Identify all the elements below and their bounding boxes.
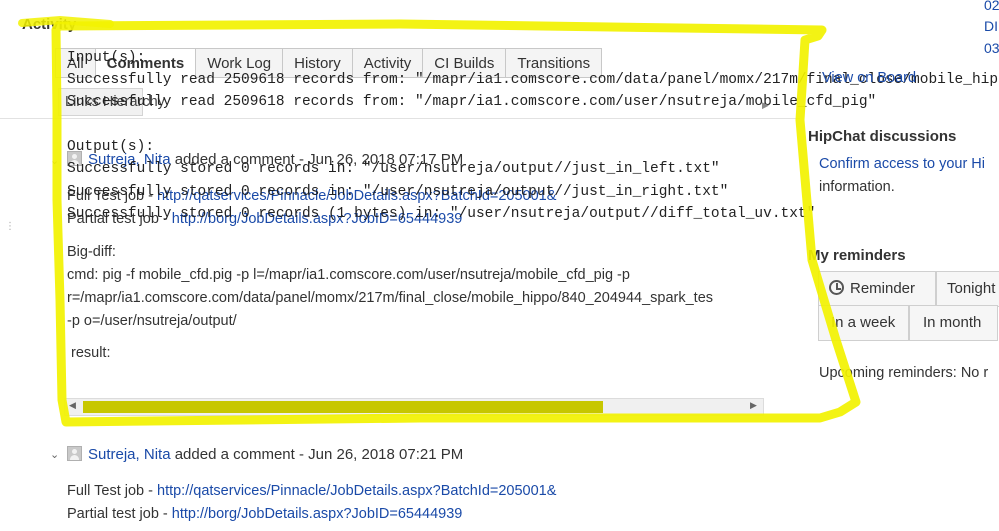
scroll-right-arrow-icon[interactable]: ▶ [762,100,769,111]
scrollbar-thumb[interactable] [83,401,603,413]
hipchat-heading: HipChat discussions [808,128,957,145]
view-on-board-link[interactable]: View on Board [822,70,916,86]
scroll-right-arrow-bottom-icon[interactable]: ▶ [750,400,757,411]
comment-2-header: Sutreja, Nita added a comment - Jun 26, … [88,446,463,463]
horizontal-scrollbar[interactable]: ◀ ▶ [64,398,764,416]
collapse-comment-2-chevron-icon[interactable]: ⌄ [50,448,59,461]
reminder-button[interactable]: Reminder [818,271,936,307]
avatar-icon [67,446,82,461]
bigdiff-label: Big-diff: [67,244,116,260]
in-month-button[interactable]: In month [909,305,998,341]
cmd-line-1: cmd: pig -f mobile_cfd.pig -p l=/mapr/ia… [67,267,630,283]
log-input-line-2: Successfully read 2509618 records from: … [67,94,877,110]
log-input-header: Input(s): [67,50,146,66]
reminders-heading: My reminders [808,247,906,264]
comment-2-meta: added a comment - Jun 26, 2018 07:21 PM [174,446,464,463]
right-link-di[interactable]: DI [984,18,998,34]
hipchat-info-text: information. [819,179,895,195]
collapse-comment-1-chevron-icon[interactable]: ⌄ [50,154,59,167]
log-output-header: Output(s): [67,139,155,155]
activity-heading: Activity [22,16,77,33]
clock-icon [829,280,844,295]
comment-2-partial-test: Partial test job - http://borg/JobDetail… [67,506,463,522]
right-link-03[interactable]: 03 [984,40,999,56]
drag-handle-icon[interactable]: ⋮ [5,222,15,232]
full-test-link-2[interactable]: http://qatservices/Pinnacle/JobDetails.a… [157,483,556,499]
log-output-line-2: Successfully stored 0 records in: "/user… [67,184,729,200]
upcoming-reminders-text: Upcoming reminders: No r [819,365,989,381]
cmd-line-2: r=/mapr/ia1.comscore.com/data/panel/momx… [67,290,714,306]
log-output-line-1: Successfully stored 0 records in: "/user… [67,161,720,177]
right-link-02[interactable]: 02 [984,0,999,13]
cmd-line-3: -p o=/user/nsutreja/output/ [67,313,237,329]
in-a-week-button[interactable]: In a week [818,305,909,341]
result-label: result: [71,345,111,361]
log-output-line-3: Successfully stored 0 records (1 bytes) … [67,206,816,222]
comment-2-full-test: Full Test job - http://qatservices/Pinna… [67,483,557,499]
scroll-left-arrow-icon[interactable]: ◀ [69,400,76,411]
divider [0,118,800,119]
comment-2-author-link[interactable]: Sutreja, Nita [88,446,171,463]
partial-test-link-2[interactable]: http://borg/JobDetails.aspx?JobID=654449… [172,506,463,522]
hipchat-confirm-link[interactable]: Confirm access to your Hi [819,156,985,172]
tonight-button[interactable]: Tonight [936,271,999,307]
